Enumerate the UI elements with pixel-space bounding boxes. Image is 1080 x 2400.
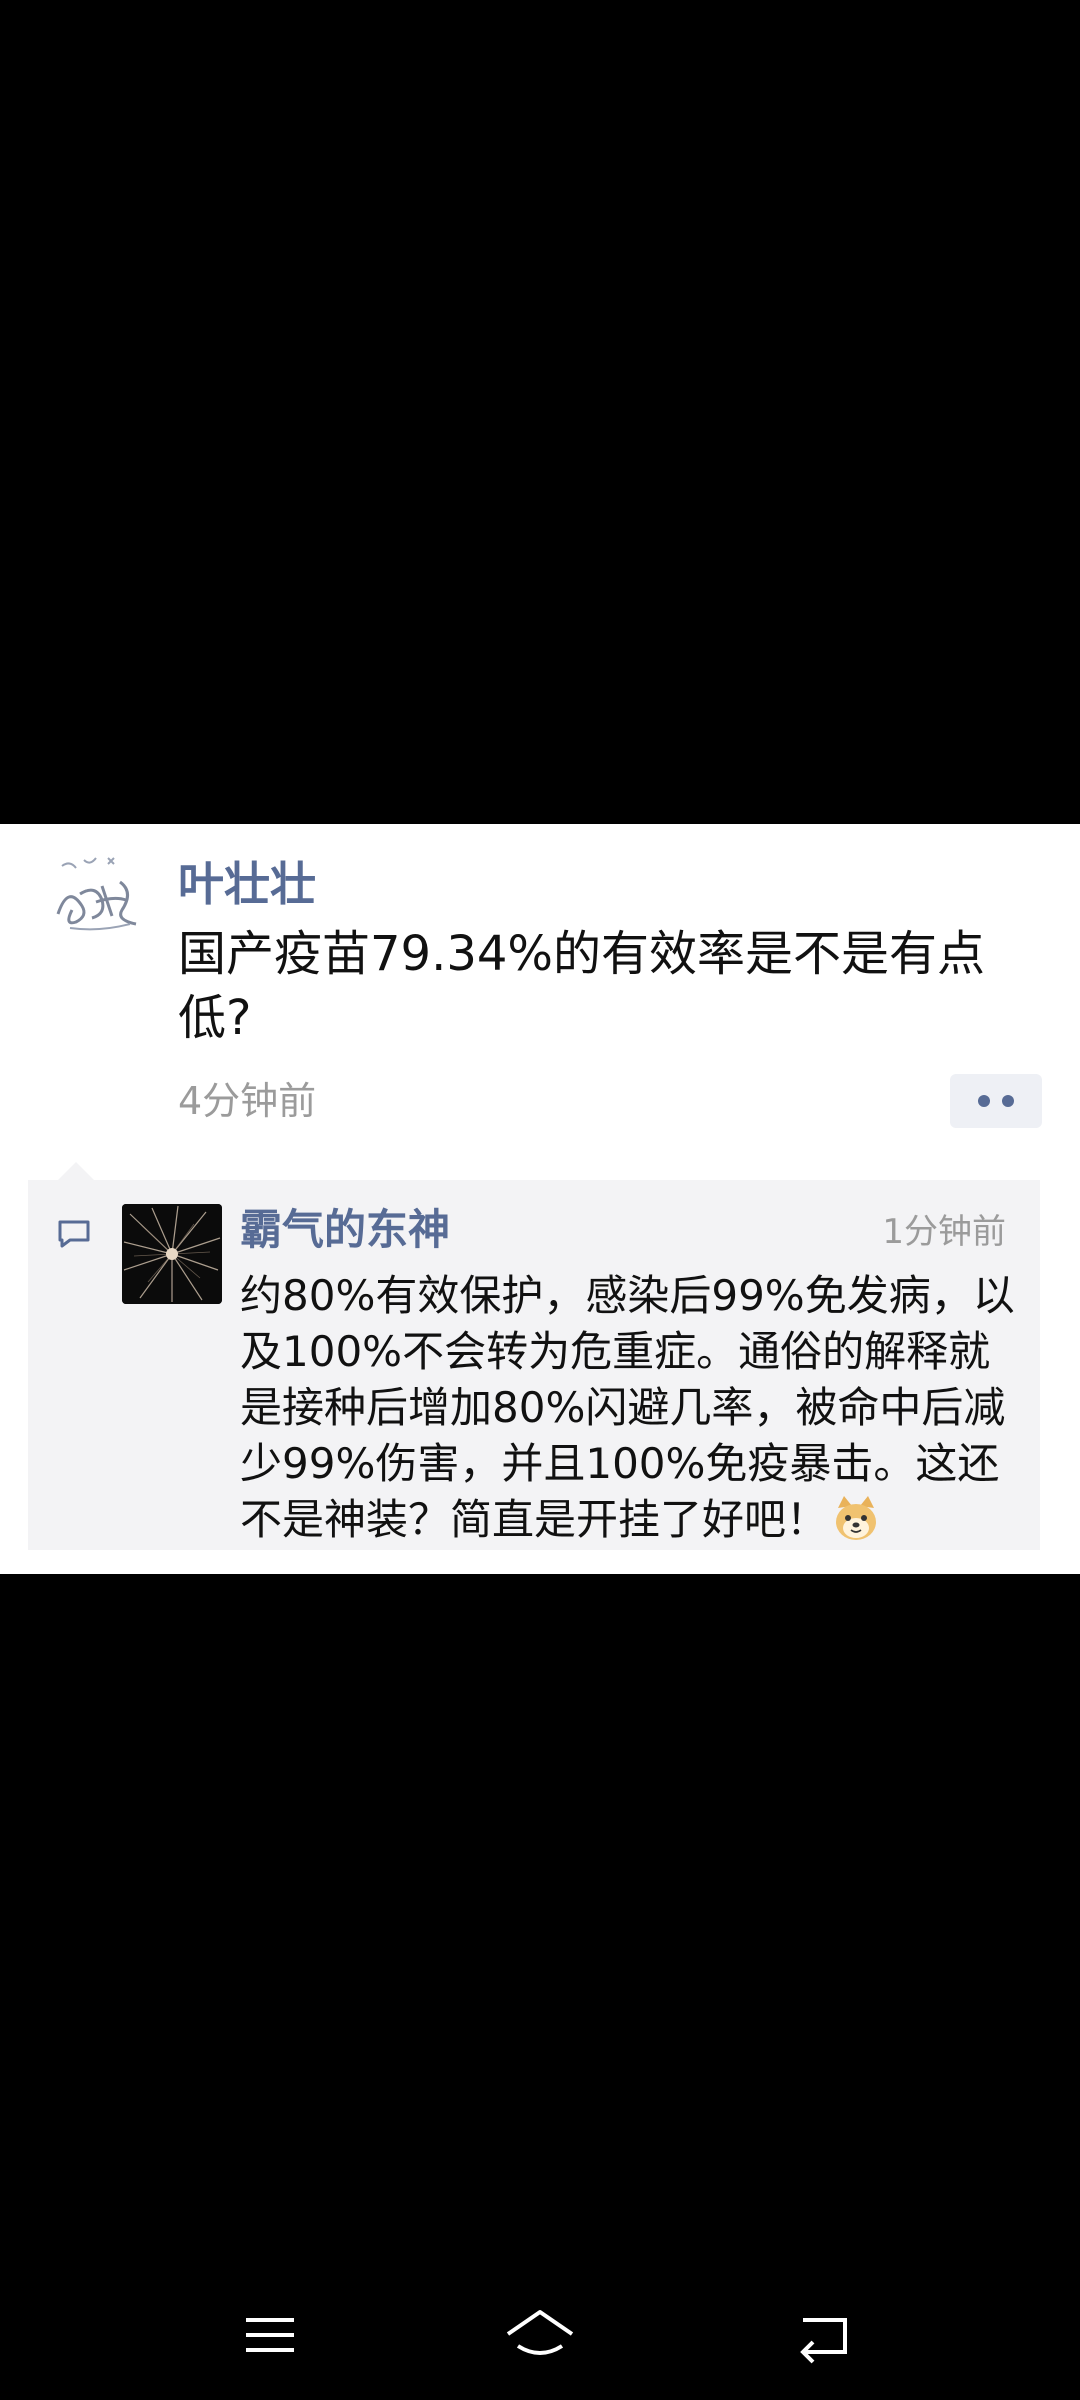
- back-icon[interactable]: [785, 2300, 865, 2370]
- comment-timestamp: 1分钟前: [882, 1212, 1006, 1252]
- comment-section: 霸气的东神 1分钟前 约80%有效保护，感染后99%免发病，以及100%不会转为…: [28, 1162, 1040, 1550]
- commenter-name[interactable]: 霸气的东神: [240, 1202, 450, 1258]
- comment-content: 约80%有效保护，感染后99%免发病，以及100%不会转为危重症。通俗的解释就是…: [240, 1268, 1020, 1548]
- more-options-button[interactable]: [950, 1074, 1042, 1128]
- firework-avatar-icon[interactable]: [122, 1204, 222, 1304]
- moment-card: 叶壮壮 国产疫苗79.34%的有效率是不是有点低? 4分钟前 霸气的东神 1分钟…: [0, 824, 1080, 1574]
- post-author-name[interactable]: 叶壮壮: [178, 854, 316, 914]
- signature-avatar-icon[interactable]: [50, 844, 154, 948]
- more-dots-icon: [1002, 1095, 1014, 1107]
- comment-bubble-icon: [56, 1216, 92, 1252]
- doge-emoji-icon: [832, 1494, 880, 1542]
- post-timestamp: 4分钟前: [178, 1079, 317, 1123]
- system-navigation-bar: [0, 2270, 1080, 2400]
- home-icon[interactable]: [500, 2300, 580, 2370]
- post-content: 国产疫苗79.34%的有效率是不是有点低?: [178, 926, 986, 1046]
- more-dots-icon: [978, 1095, 990, 1107]
- menu-icon[interactable]: [230, 2300, 310, 2370]
- comment-text-body: 约80%有效保护，感染后99%免发病，以及100%不会转为危重症。通俗的解释就是…: [240, 1271, 1015, 1544]
